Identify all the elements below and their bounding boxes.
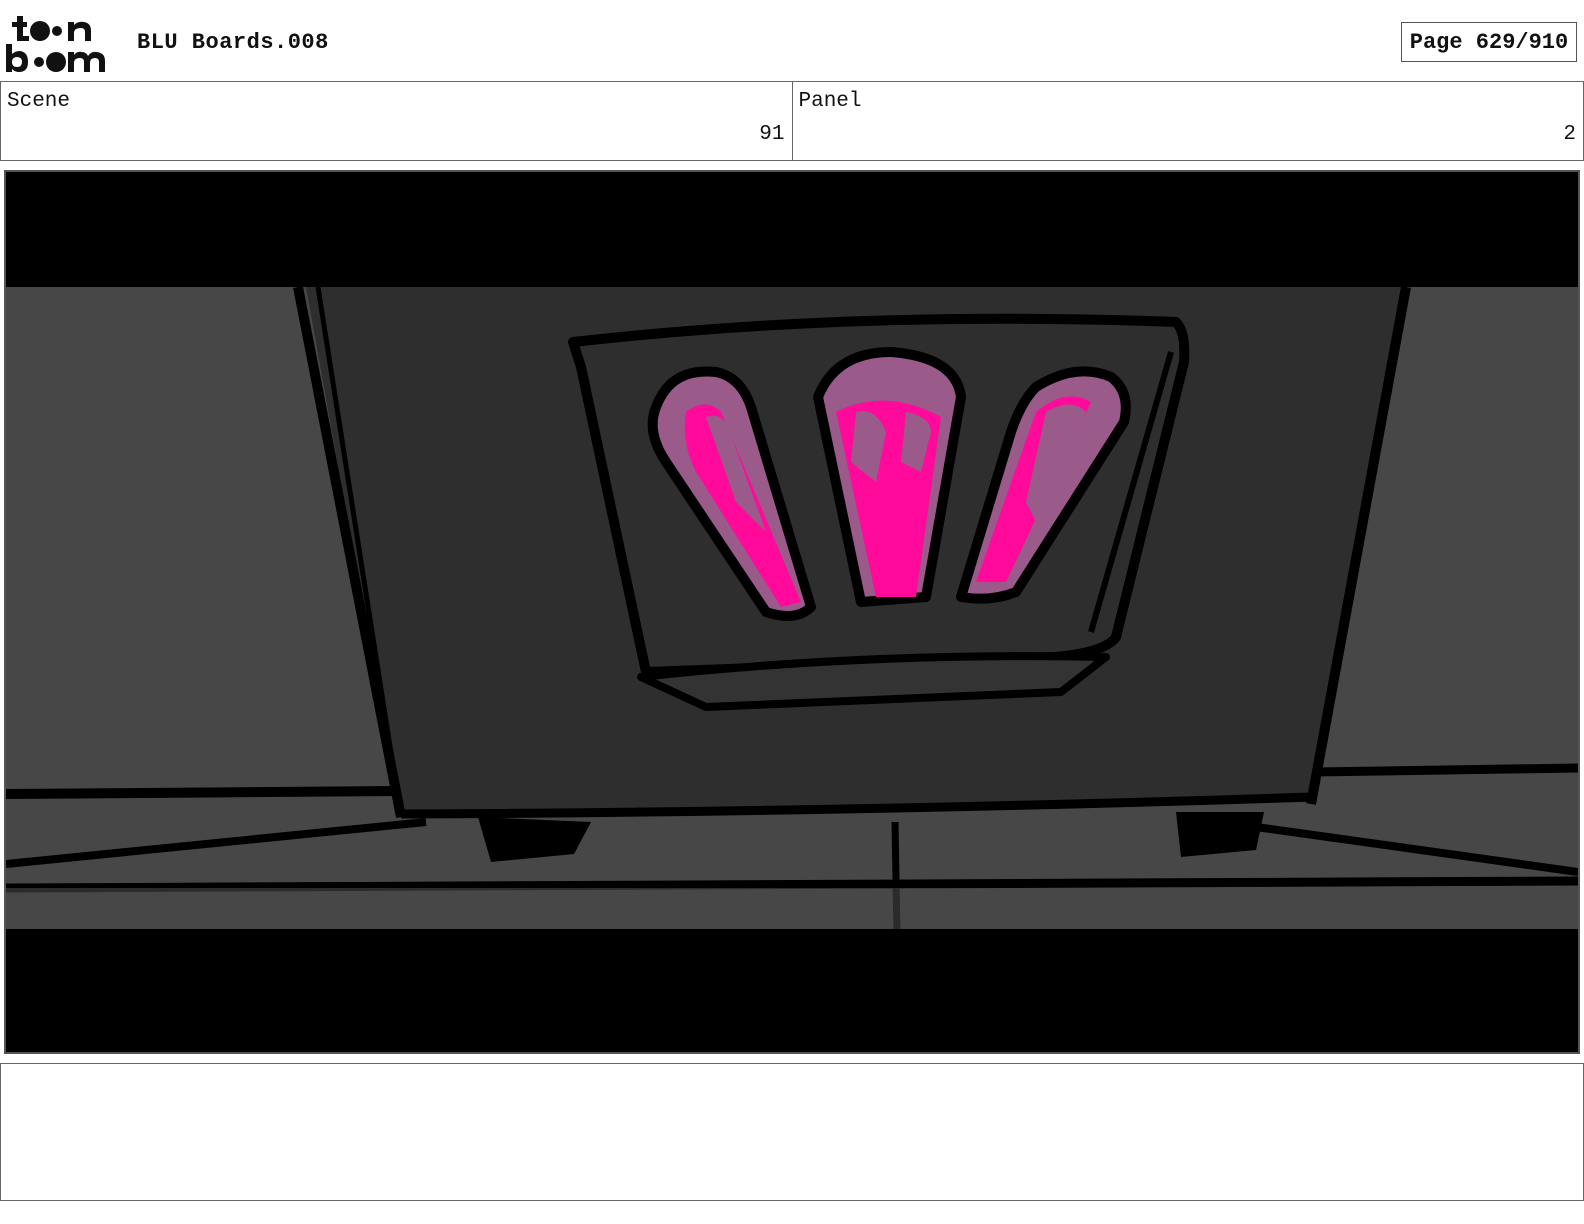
storyboard-panel-image — [4, 170, 1580, 1054]
panel-label: Panel — [798, 90, 862, 113]
toon-boom-logo — [4, 12, 116, 74]
document-title: BLU Boards.008 — [137, 30, 329, 55]
scene-label: Scene — [7, 90, 71, 113]
scene-cell: Scene 91 — [1, 82, 792, 160]
scene-panel-info: Scene 91 Panel 2 — [0, 81, 1584, 161]
page-indicator: Page 629/910 — [1401, 22, 1577, 62]
panel-cell: Panel 2 — [791, 82, 1584, 160]
scene-number: 91 — [759, 123, 785, 146]
notes-box — [0, 1063, 1584, 1201]
panel-number: 2 — [1563, 123, 1576, 146]
